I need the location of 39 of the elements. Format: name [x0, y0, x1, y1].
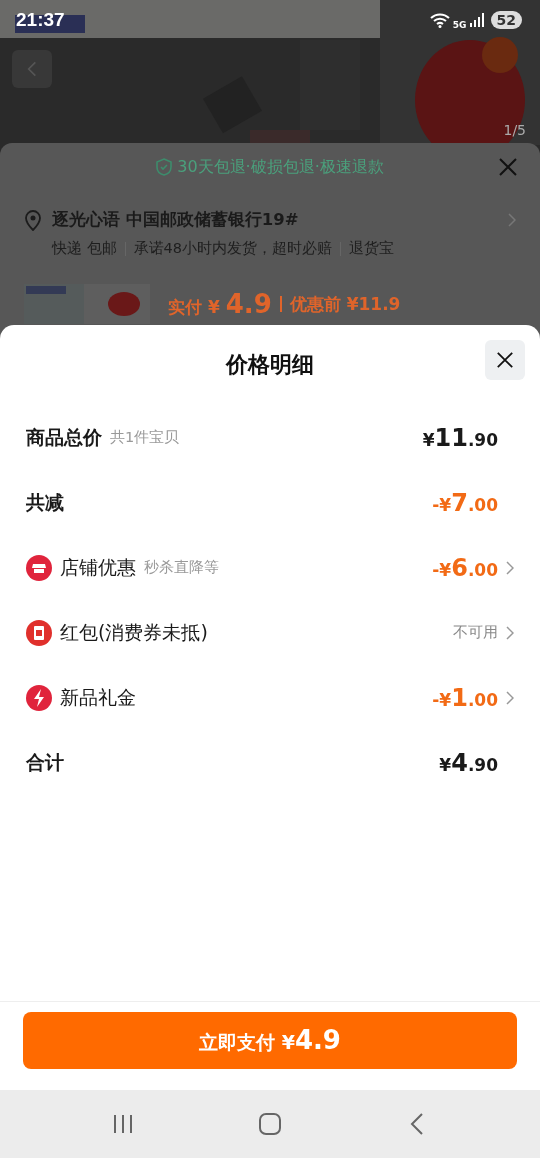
close-icon[interactable]: [498, 157, 518, 177]
sheet-title: 价格明细: [226, 351, 314, 379]
chevron-icon[interactable]: [506, 560, 514, 575]
row-label: 商品总价: [26, 424, 102, 450]
delivery-info: 快递 包邮: [52, 239, 117, 258]
row-note: 秒杀直降等: [144, 558, 219, 577]
wifi-icon: [429, 12, 450, 28]
amount[interactable]: -¥6.00: [432, 553, 498, 582]
signal-icon: [469, 13, 484, 27]
address-text[interactable]: 逐光心语 中国邮政储蓄银行19#: [52, 209, 299, 231]
amount[interactable]: -¥1.00: [432, 683, 498, 712]
amount: ¥4.90: [439, 748, 498, 777]
chevron-icon[interactable]: [508, 213, 516, 227]
row-label: 新品礼金: [60, 684, 136, 710]
row-label: 红包(消费券未抵): [60, 619, 208, 645]
close-button[interactable]: [485, 340, 525, 380]
envelope-icon: [26, 619, 52, 646]
network-label: 5G: [452, 20, 467, 30]
chevron-icon[interactable]: [506, 690, 514, 705]
original-price: 优惠前 ¥11.9: [289, 292, 401, 316]
amount: -¥7.00: [432, 488, 498, 517]
amount: ¥11.90: [422, 423, 498, 452]
row-note: 共1件宝贝: [110, 428, 180, 447]
guarantee-text: 30天包退·破损包退·极速退款: [177, 156, 384, 178]
close-icon: [496, 351, 514, 369]
shield-check-icon: [156, 158, 173, 176]
row-label: 店铺优惠: [60, 554, 136, 580]
lightning-icon: [26, 684, 52, 711]
status-time: 21:37: [16, 9, 65, 31]
pay-button[interactable]: 立即支付 ¥4.9: [23, 1012, 517, 1069]
shop-icon: [26, 554, 52, 581]
recent-apps-icon[interactable]: [112, 1113, 135, 1135]
paid-price: 实付 ¥ 4.9: [168, 289, 272, 319]
back-icon: [27, 60, 37, 78]
image-counter: 1/5: [503, 122, 526, 138]
home-icon[interactable]: [259, 1113, 281, 1135]
row-label: 共减: [26, 489, 64, 515]
row-label: 合计: [26, 749, 64, 775]
location-pin-icon: [24, 209, 42, 231]
